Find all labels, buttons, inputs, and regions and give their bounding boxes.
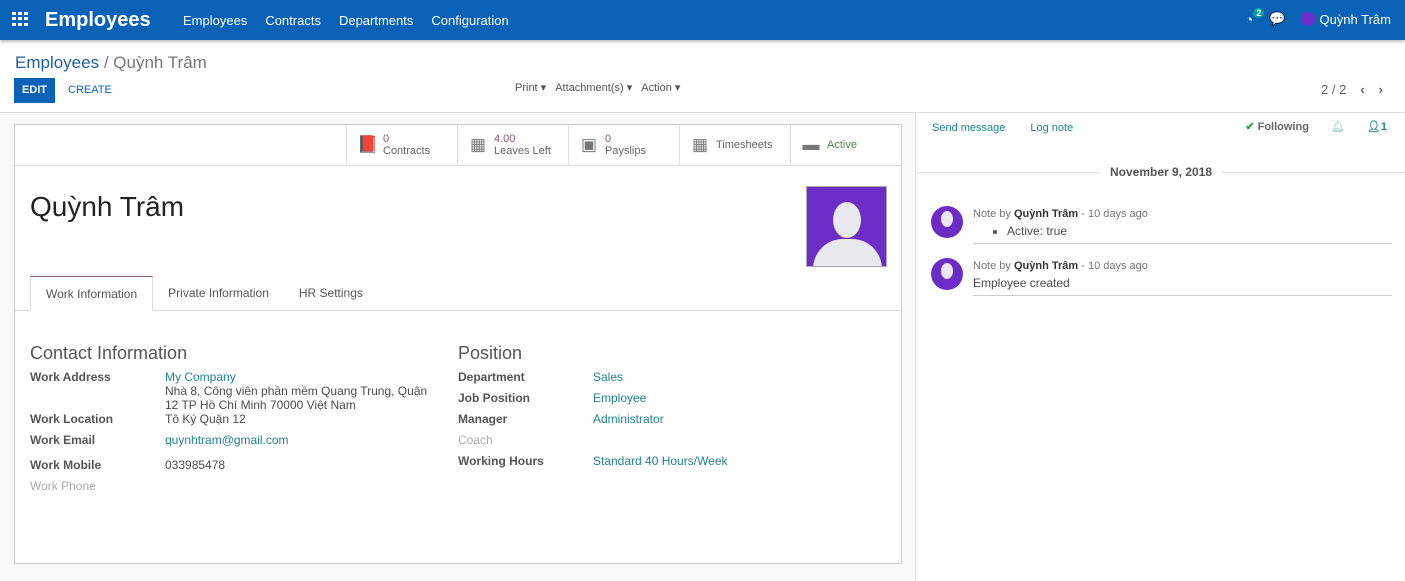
create-button[interactable]: CREATE — [68, 84, 112, 96]
user-avatar — [1301, 12, 1315, 26]
bell-icon[interactable]: 🔔︎ — [1331, 120, 1345, 133]
department-link[interactable]: Sales — [593, 370, 623, 391]
section-title: Position — [458, 343, 878, 364]
author-name[interactable]: Quỳnh Trâm — [1014, 208, 1078, 220]
position-group: Position DepartmentSales Job PositionEmp… — [458, 343, 878, 475]
field-label: Work Mobile — [30, 458, 165, 479]
date-separator: November 9, 2018 — [917, 165, 1405, 179]
active-toggle-button[interactable]: ▬Active — [790, 125, 901, 165]
form-sheet: 📕0Contracts ▦4.00Leaves Left ▣0Payslips … — [14, 124, 902, 564]
breadcrumb-employees[interactable]: Employees — [15, 53, 99, 72]
book-icon: 📕 — [357, 139, 377, 151]
employee-photo[interactable] — [806, 186, 887, 267]
breadcrumb: Employees / Quỳnh Trâm — [15, 53, 207, 73]
manager-link[interactable]: Administrator — [593, 412, 664, 433]
breadcrumb-current: Quỳnh Trâm — [113, 53, 207, 72]
field-label: Work Email — [30, 433, 165, 458]
work-location-value: Tô Ký Quận 12 — [165, 412, 246, 433]
work-address-link[interactable]: My Company — [165, 370, 427, 384]
work-email-link[interactable]: quynhtram@gmail.com — [165, 433, 289, 458]
app-title: Employees — [45, 9, 151, 32]
field-label: Manager — [458, 412, 593, 433]
activity-icon[interactable]: ◔2 — [1245, 12, 1253, 27]
control-panel: Employees / Quỳnh Trâm EDIT CREATE Print… — [0, 41, 1405, 113]
job-position-link[interactable]: Employee — [593, 391, 646, 412]
followers-button[interactable]: 👤︎1 — [1367, 120, 1387, 133]
user-icon: 👤︎ — [1367, 121, 1381, 133]
contact-information-group: Contact Information Work AddressMy Compa… — [30, 343, 450, 500]
employee-name: Quỳnh Trâm — [30, 191, 184, 223]
tracking-value: Active: true — [1007, 222, 1392, 240]
attachments-dropdown[interactable]: Attachment(s) ▾ — [555, 81, 632, 94]
money-icon: ▣ — [579, 139, 599, 151]
field-label: Job Position — [458, 391, 593, 412]
following-button[interactable]: ✔ Following — [1245, 120, 1309, 133]
pager-previous-icon[interactable]: ‹ — [1360, 82, 1364, 97]
chatter-message: Note by Quỳnh Trâm - 10 days ago Active:… — [931, 206, 1392, 244]
check-icon: ✔ — [1245, 121, 1254, 133]
field-label: Work Location — [30, 412, 165, 433]
send-message-button[interactable]: Send message — [932, 122, 1005, 134]
top-navbar: Employees Employees Contracts Department… — [0, 0, 1405, 40]
form-view: 📕0Contracts ▦4.00Leaves Left ▣0Payslips … — [0, 113, 916, 581]
working-hours-link[interactable]: Standard 40 Hours/Week — [593, 454, 728, 475]
tab-work-information[interactable]: Work Information — [30, 276, 153, 311]
archive-icon: ▬ — [801, 139, 821, 151]
address-line: Nhà 8, Công viên phần mềm Quang Trung, Q… — [165, 384, 427, 398]
form-tabs: Work Information Private Information HR … — [15, 276, 901, 311]
tab-private-information[interactable]: Private Information — [153, 276, 284, 310]
menu-configuration[interactable]: Configuration — [431, 13, 508, 28]
calendar-icon: ▦ — [468, 139, 488, 151]
section-title: Contact Information — [30, 343, 450, 364]
user-menu[interactable]: Quỳnh Trâm — [1301, 12, 1391, 27]
contracts-stat-button[interactable]: 📕0Contracts — [346, 125, 457, 165]
field-label: Work Address — [30, 370, 165, 412]
field-label: Working Hours — [458, 454, 593, 475]
chat-icon[interactable]: 💬 — [1269, 11, 1285, 27]
calendar-icon: ▦ — [690, 139, 710, 151]
button-box: 📕0Contracts ▦4.00Leaves Left ▣0Payslips … — [13, 125, 901, 166]
apps-menu-icon[interactable] — [12, 12, 28, 26]
activity-badge: 2 — [1253, 8, 1264, 18]
user-name: Quỳnh Trâm — [1319, 12, 1391, 27]
leaves-stat-button[interactable]: ▦4.00Leaves Left — [457, 125, 568, 165]
menu-contracts[interactable]: Contracts — [265, 13, 321, 28]
log-note-button[interactable]: Log note — [1030, 122, 1073, 134]
timesheets-stat-button[interactable]: ▦Timesheets — [679, 125, 790, 165]
author-avatar[interactable] — [931, 206, 963, 238]
chatter: Send message Log note ✔ Following 🔔︎ 👤︎1… — [917, 113, 1405, 581]
print-dropdown[interactable]: Print ▾ — [515, 81, 546, 94]
author-avatar[interactable] — [931, 258, 963, 290]
work-mobile-value: 033985478 — [165, 458, 225, 479]
field-label: Work Phone — [30, 479, 165, 500]
pager-next-icon[interactable]: › — [1379, 82, 1383, 97]
address-line: 12 TP Hồ Chí Minh 70000 Việt Nam — [165, 398, 427, 412]
message-body: Employee created — [973, 274, 1392, 292]
action-dropdown[interactable]: Action ▾ — [641, 81, 680, 94]
chatter-message: Note by Quỳnh Trâm - 10 days ago Employe… — [931, 258, 1392, 296]
payslips-stat-button[interactable]: ▣0Payslips — [568, 125, 679, 165]
menu-departments[interactable]: Departments — [339, 13, 413, 28]
edit-button[interactable]: EDIT — [14, 78, 55, 103]
tab-hr-settings[interactable]: HR Settings — [284, 276, 378, 310]
field-label: Department — [458, 370, 593, 391]
pager-value: 2 / 2 — [1321, 82, 1346, 97]
author-name[interactable]: Quỳnh Trâm — [1014, 260, 1078, 272]
menu-employees[interactable]: Employees — [183, 13, 247, 28]
field-label: Coach — [458, 433, 593, 454]
